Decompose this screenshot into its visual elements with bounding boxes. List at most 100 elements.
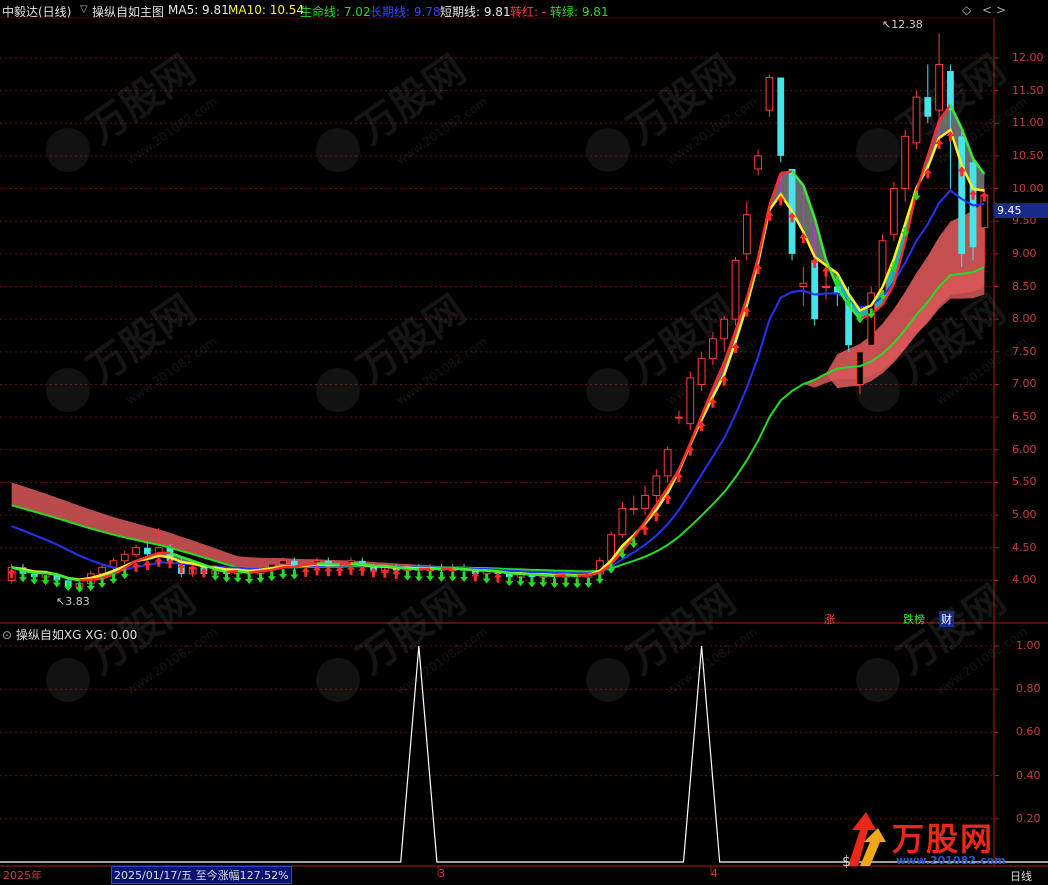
dieban-badge[interactable]: 跌榜 <box>901 611 927 627</box>
candle-body <box>120 553 129 562</box>
down-arrow-icon <box>222 572 231 583</box>
ma5-line-segment <box>430 567 442 571</box>
y-tick-label: 11.50 <box>1012 83 1044 97</box>
ma5-line-segment <box>452 567 465 571</box>
logo-url: www.201082.com <box>896 854 1006 867</box>
sub-y-tick-label: 0.80 <box>1016 682 1041 696</box>
low-price-label: ↖3.83 <box>56 595 90 608</box>
arrow-shape <box>539 577 548 588</box>
arrow-shape <box>573 578 582 589</box>
ma5-line-segment <box>350 562 363 566</box>
down-arrow-icon <box>561 577 570 588</box>
candle-body <box>777 77 785 156</box>
ma5-line-segment <box>677 442 692 470</box>
ma5-line-segment <box>520 572 533 576</box>
watermark-tile: 万股网www.201082.com <box>856 577 1030 702</box>
candle-body <box>742 214 751 255</box>
candle-body <box>697 357 706 385</box>
ma5-line-segment <box>79 578 91 582</box>
candle-body <box>811 260 819 320</box>
year-label: 2025年 <box>3 869 42 882</box>
down-arrow-icon <box>245 573 254 584</box>
candle-body <box>912 96 921 144</box>
ma5-line-segment <box>463 568 476 572</box>
y-tick-label: 7.00 <box>1012 377 1037 391</box>
arrow-shape <box>527 577 536 588</box>
ma5-line-segment <box>745 257 760 299</box>
down-arrow-icon <box>527 577 536 588</box>
candle-body <box>731 259 740 320</box>
zhang-badge[interactable]: 涨 <box>822 611 837 627</box>
y-tick-label: 9.00 <box>1012 246 1037 260</box>
watermark-face <box>316 128 360 172</box>
down-arrow-icon <box>595 573 604 584</box>
y-tick-label: 10.50 <box>1012 148 1044 162</box>
ma5-line-segment <box>554 573 566 578</box>
candle-body <box>720 318 729 340</box>
sub-y-tick-label: 0.40 <box>1016 768 1041 782</box>
down-arrow-icon <box>539 577 548 588</box>
down-arrow-icon <box>482 573 491 584</box>
candle-body <box>675 416 683 419</box>
candle-body <box>935 63 943 111</box>
arrow-shape <box>550 578 559 589</box>
down-arrow-icon <box>290 569 299 580</box>
ma5-line-segment <box>577 573 589 578</box>
candle-body <box>765 77 774 111</box>
ma5-line-segment <box>486 569 499 573</box>
watermark-face <box>586 658 630 702</box>
current-price-badge: 9.45 <box>994 203 1048 218</box>
watermark-text: 万股网 <box>79 47 204 154</box>
watermark-face <box>586 128 630 172</box>
candle-body <box>641 495 649 510</box>
down-arrow-icon <box>256 572 265 583</box>
y-tick-label: 6.50 <box>1012 410 1037 424</box>
candle-body <box>132 547 140 555</box>
candle-body <box>901 135 910 190</box>
ma5-line-segment <box>305 562 318 566</box>
ma5-line-segment <box>565 573 578 578</box>
arrow-shape <box>154 556 163 567</box>
up-arrow-icon <box>494 572 502 583</box>
sub-chart-header: ⊙ 操纵自如XG XG: 0.00 <box>2 626 137 643</box>
down-arrow-icon <box>505 576 514 587</box>
sub-dropdown-icon[interactable]: ⊙ <box>2 628 12 642</box>
cai-badge[interactable]: 财 <box>939 611 954 627</box>
y-tick-label: 10.00 <box>1012 181 1044 195</box>
watermark-tile: 万股网www.201082.com <box>316 577 490 702</box>
y-tick-label: 4.50 <box>1012 540 1037 554</box>
watermark-face <box>46 658 90 702</box>
y-tick-label: 5.50 <box>1012 475 1037 489</box>
candle-body <box>889 188 898 235</box>
arrow-shape <box>505 576 514 587</box>
arrow-shape <box>595 573 604 584</box>
watermark-face <box>856 128 900 172</box>
ma5-line-segment <box>90 577 103 581</box>
svg-text:$: $ <box>842 854 851 870</box>
sub-y-tick-label: 0.60 <box>1016 725 1041 739</box>
y-tick-label: 5.00 <box>1012 508 1037 522</box>
ma5-line-segment <box>418 567 431 571</box>
candle-body <box>143 547 151 555</box>
watermark-text: 万股网 <box>889 577 1014 684</box>
candle-body <box>799 282 808 288</box>
watermark-tile: 万股网www.201082.com <box>46 287 220 412</box>
y-tick-label: 6.00 <box>1012 442 1037 456</box>
ma5-line-segment <box>407 567 419 571</box>
arrow-shape <box>403 570 412 581</box>
watermark-tile: 万股网www.201082.com <box>46 47 220 172</box>
ma5-line-segment <box>260 568 272 573</box>
ma5-line-segment <box>531 573 544 577</box>
watermark-face <box>46 128 90 172</box>
down-arrow-icon <box>550 578 559 589</box>
watermark-logo: $ 万股网 www.201082.com <box>840 808 1040 870</box>
watermark-face <box>316 658 360 702</box>
sub-indicator-title[interactable]: 操纵自如XG XG: 0.00 <box>16 628 137 642</box>
ma5-line-segment <box>915 155 929 192</box>
arrow-shape <box>561 577 570 588</box>
watermark-face <box>856 658 900 702</box>
candle-body <box>686 377 695 425</box>
period-label[interactable]: 日线 <box>1010 868 1032 884</box>
arrow-shape <box>290 569 299 580</box>
main-price-chart[interactable]: 万股网www.201082.com 万股网www.201082.com 万股网www… <box>0 0 1048 885</box>
